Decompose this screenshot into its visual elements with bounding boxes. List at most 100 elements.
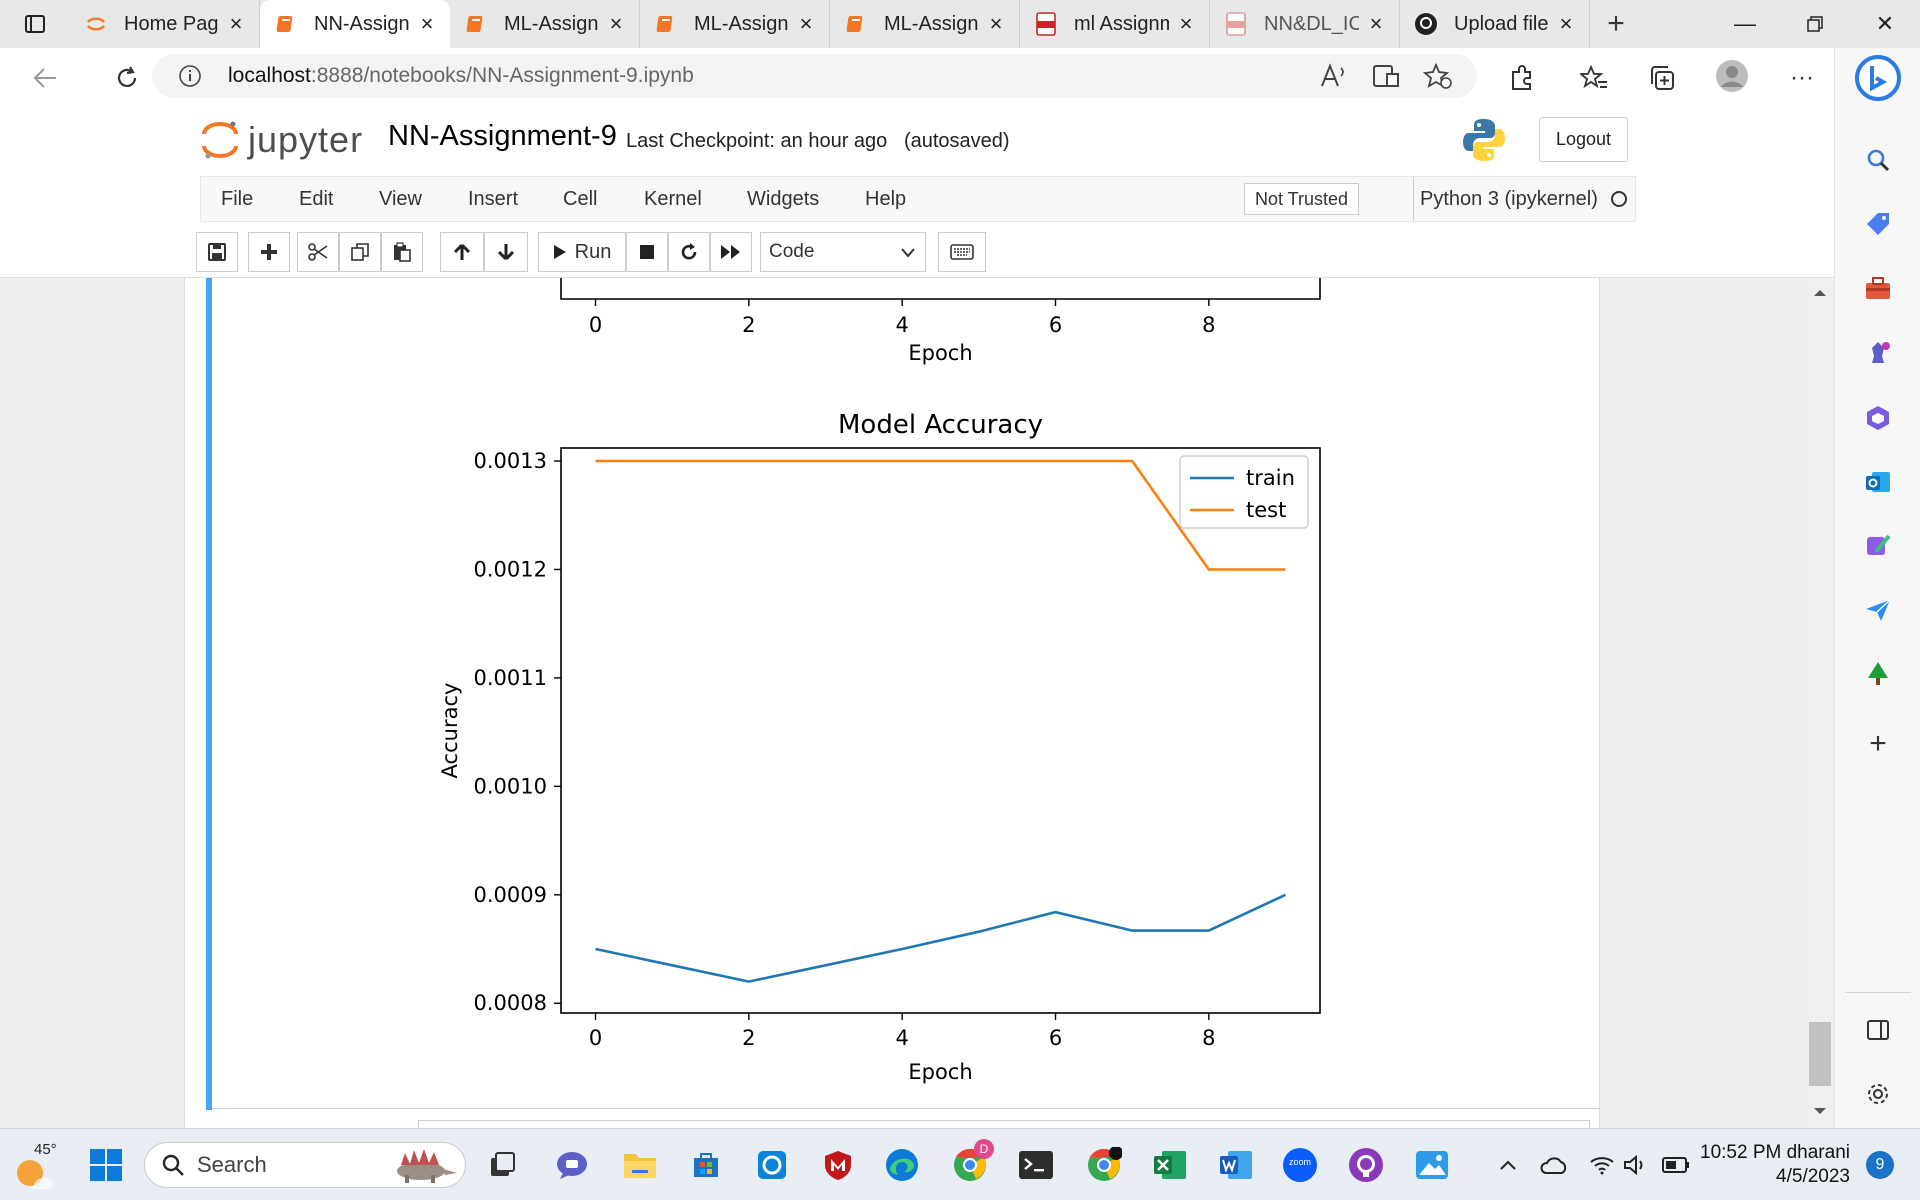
url-text[interactable]: localhost:8888/notebooks/NN-Assignment-9… [228,64,694,88]
notebook-name[interactable]: NN-Assignment-9 [388,120,617,153]
move-down-button[interactable] [484,232,528,272]
selected-cell-indicator[interactable] [206,278,212,1110]
close-tab-icon[interactable]: × [225,11,247,36]
browser-tab[interactable]: NN&DL_IC × [1210,0,1400,48]
microsoft-store-button[interactable] [684,1143,728,1187]
kernel-name[interactable]: Python 3 (ipykernel) [1413,177,1598,221]
minimize-button[interactable]: — [1710,0,1780,48]
trust-status-button[interactable]: Not Trusted [1244,183,1360,215]
sidebar-search-button[interactable] [1835,140,1920,180]
weather-widget[interactable]: 45° [14,1141,68,1189]
cell-type-select[interactable]: Code [760,232,926,272]
close-tab-icon[interactable]: × [1365,11,1387,36]
browser-tab[interactable]: ML-Assignm × [830,0,1020,48]
restart-run-all-button[interactable] [710,232,752,272]
sidebar-outlook-button[interactable] [1835,462,1920,502]
close-tab-icon[interactable]: × [1175,11,1197,36]
collections-button[interactable] [1642,58,1682,98]
move-up-button[interactable] [440,232,484,272]
back-button[interactable] [18,51,72,105]
zoom-button[interactable]: zoom [1278,1143,1322,1187]
chrome-button[interactable] [1082,1143,1126,1187]
battery-button[interactable] [1654,1143,1698,1187]
run-button[interactable]: Run [538,232,626,272]
save-button[interactable] [196,232,238,272]
sidebar-games-button[interactable] [1835,332,1920,372]
onedrive-button[interactable] [1532,1143,1576,1187]
extensions-button[interactable] [1502,58,1542,98]
profile-avatar[interactable] [1712,56,1752,96]
sidebar-tree-button[interactable] [1835,654,1920,694]
menu-insert[interactable]: Insert [468,177,518,221]
menu-cell[interactable]: Cell [563,177,597,221]
sidebar-send-button[interactable] [1835,590,1920,630]
add-favorite-button[interactable] [1418,56,1458,96]
menu-help[interactable]: Help [865,177,906,221]
terminal-button[interactable] [1014,1143,1058,1187]
word-button[interactable] [1214,1143,1258,1187]
browser-tab[interactable]: ml Assignm × [1020,0,1210,48]
address-bar[interactable]: localhost:8888/notebooks/NN-Assignment-9… [152,54,1477,98]
browser-tab[interactable]: Home Page × [70,0,260,48]
close-tab-icon[interactable]: × [795,11,817,36]
bing-chat-button[interactable] [1835,50,1920,106]
read-aloud-button[interactable] [1314,56,1354,96]
favorites-button[interactable] [1574,58,1614,98]
notification-badge[interactable]: 9 [1866,1151,1894,1179]
more-options-button[interactable]: ··· [1782,58,1822,98]
close-tab-icon[interactable]: × [985,11,1007,36]
menu-file[interactable]: File [221,177,253,221]
task-view-button[interactable] [480,1143,524,1187]
github-desktop-button[interactable] [1344,1143,1388,1187]
interrupt-button[interactable] [626,232,668,272]
sidebar-settings-button[interactable] [1835,1074,1920,1114]
mcafee-button[interactable] [816,1143,860,1187]
close-tab-icon[interactable]: × [605,11,627,36]
command-palette-button[interactable] [938,232,986,272]
tab-actions-button[interactable] [0,0,70,48]
jupyter-logo[interactable]: jupyter [200,118,363,162]
sidebar-tools-button[interactable] [1835,268,1920,308]
info-icon[interactable] [178,64,202,88]
edge-button[interactable] [880,1143,924,1187]
sidebar-office-button[interactable] [1835,398,1920,438]
app-available-button[interactable] [1366,56,1406,96]
sidebar-designer-button[interactable] [1835,526,1920,566]
restore-button[interactable] [1780,0,1850,48]
start-button[interactable] [84,1143,128,1187]
sidebar-shopping-button[interactable] [1835,204,1920,244]
copy-button[interactable] [339,232,381,272]
browser-tab-active[interactable]: NN-Assignm × [260,0,450,48]
sidebar-add-button[interactable]: + [1835,724,1920,764]
browser-tab[interactable]: ML-Assignm × [450,0,640,48]
excel-button[interactable] [1148,1143,1192,1187]
taskbar-search[interactable]: Search [144,1142,466,1188]
teams-chat-button[interactable] [550,1143,594,1187]
scrollbar-thumb[interactable] [1809,1022,1831,1086]
browser-tab[interactable]: Upload file × [1400,0,1590,48]
browser-tab[interactable]: ML-Assignm × [640,0,830,48]
file-explorer-button[interactable] [618,1143,662,1187]
show-hidden-icons-button[interactable] [1486,1143,1530,1187]
scroll-up-icon[interactable] [1808,286,1832,300]
menu-edit[interactable]: Edit [299,177,333,221]
paste-button[interactable] [381,232,423,272]
system-clock[interactable]: 10:52 PM dharani 4/5/2023 [1700,1141,1850,1189]
close-window-button[interactable]: ✕ [1850,0,1920,48]
menu-widgets[interactable]: Widgets [747,177,819,221]
scrollbar[interactable] [1808,278,1832,1128]
restart-button[interactable] [668,232,710,272]
refresh-button[interactable] [100,51,154,105]
volume-button[interactable] [1614,1143,1658,1187]
scroll-down-icon[interactable] [1808,1104,1832,1118]
menu-kernel[interactable]: Kernel [644,177,702,221]
close-tab-icon[interactable]: × [416,11,438,36]
chrome-profile-button[interactable]: D [948,1139,994,1187]
logout-button[interactable]: Logout [1539,117,1628,162]
photos-button[interactable] [1410,1143,1454,1187]
menu-view[interactable]: View [379,177,422,221]
cortana-button[interactable] [750,1143,794,1187]
cut-button[interactable] [297,232,339,272]
insert-cell-button[interactable] [248,232,290,272]
close-tab-icon[interactable]: × [1555,11,1577,36]
